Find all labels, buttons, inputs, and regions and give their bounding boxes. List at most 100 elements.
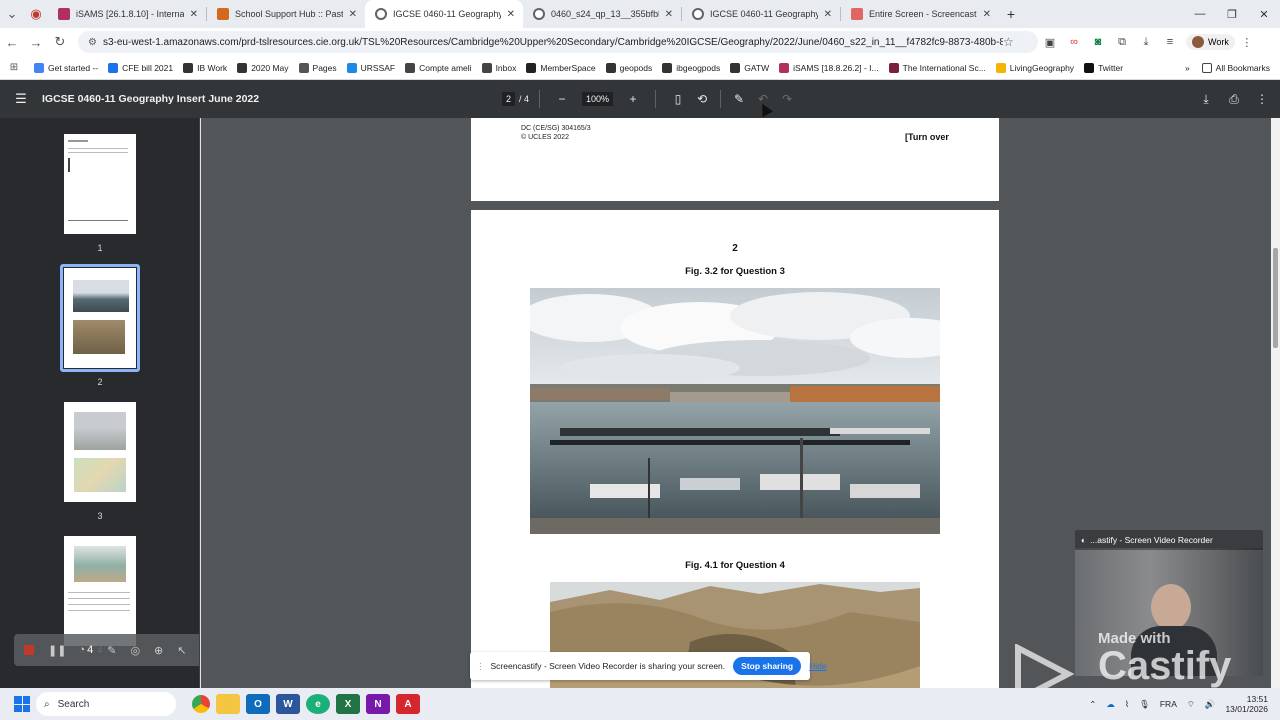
bookmark-item[interactable]: geopods xyxy=(605,62,652,73)
page-thumbnail[interactable] xyxy=(64,402,136,502)
tray-overflow-icon[interactable]: ⌃ xyxy=(1089,699,1096,710)
bookmark-item[interactable]: MemberSpace xyxy=(526,62,596,73)
close-window-icon[interactable]: ✕ xyxy=(1248,8,1280,21)
close-icon[interactable]: ✕ xyxy=(983,9,991,20)
close-icon[interactable]: ✕ xyxy=(824,9,832,20)
site-info-icon[interactable]: ⚙ xyxy=(88,37,97,48)
browser-tab[interactable]: School Support Hub :: Past Exam ✕ xyxy=(207,0,365,28)
download-icon[interactable]: ⤓ xyxy=(1134,36,1158,49)
extension-icon[interactable]: ◙ xyxy=(1086,36,1110,48)
more-options-icon[interactable]: ⋮ xyxy=(1250,92,1274,106)
spotlight-icon[interactable]: ◎ xyxy=(130,644,140,657)
browser-tab[interactable]: IGCSE 0460-11 Geography June ✕ xyxy=(682,0,840,28)
bookmark-star-icon[interactable]: ☆ xyxy=(1003,35,1014,49)
record-icon[interactable]: ◉ xyxy=(24,6,48,22)
network-icon[interactable]: ⌇ xyxy=(1125,699,1129,710)
zoom-in-icon[interactable]: + xyxy=(621,92,645,106)
reading-list-icon[interactable]: ≡ xyxy=(1158,36,1182,48)
fit-page-icon[interactable]: ▯ xyxy=(666,92,690,106)
menu-icon[interactable]: ⋮ xyxy=(1235,36,1259,49)
new-tab-button[interactable]: + xyxy=(999,6,1023,22)
outlook-icon[interactable]: O xyxy=(246,694,270,714)
sidebar-menu-icon[interactable]: ☰ xyxy=(0,91,42,107)
extension-icon[interactable]: ∞ xyxy=(1062,36,1086,48)
page-thumbnail[interactable] xyxy=(64,134,136,234)
profile-chip[interactable]: Work xyxy=(1186,34,1235,50)
pen-icon[interactable]: ✎ xyxy=(107,644,116,657)
language-indicator[interactable]: FRA xyxy=(1160,699,1177,709)
microphone-icon[interactable]: 🎙 xyxy=(1139,699,1150,710)
minimize-icon[interactable]: — xyxy=(1184,8,1216,21)
webcam-preview[interactable]: ◐ ...astify - Screen Video Recorder xyxy=(1075,530,1263,676)
page-number-input[interactable]: 2 xyxy=(502,92,516,106)
edge-icon[interactable]: e xyxy=(306,694,330,714)
annotate-icon[interactable]: ✎ xyxy=(727,92,751,106)
bookmark-item[interactable]: Compte ameli xyxy=(405,62,472,73)
all-bookmarks[interactable]: All Bookmarks xyxy=(1201,62,1270,73)
bookmark-item[interactable]: iSAMS [18.8.26.2] - I... xyxy=(779,62,879,73)
address-bar[interactable]: ⚙ s3-eu-west-1.amazonaws.com/prd-tslreso… xyxy=(78,31,1038,53)
zoom-icon[interactable]: ⊕ xyxy=(154,644,163,657)
bookmark-item[interactable]: GATW xyxy=(730,62,769,73)
page-thumbnail[interactable] xyxy=(64,536,136,646)
bookmark-item[interactable]: ibgeogpods xyxy=(662,62,720,73)
bookmark-item[interactable]: 2020 May xyxy=(237,62,289,73)
bookmark-item[interactable]: URSSAF xyxy=(346,62,395,73)
redo-icon[interactable]: ↷ xyxy=(775,92,799,106)
stop-recording-icon[interactable] xyxy=(24,645,34,655)
file-explorer-icon[interactable] xyxy=(216,694,240,714)
browser-tab-active[interactable]: IGCSE 0460-11 Geography Inse ✕ xyxy=(365,0,523,28)
browser-tab[interactable]: 0460_s24_qp_13__355bfbbf-4f ✕ xyxy=(523,0,681,28)
hide-button[interactable]: Hide xyxy=(809,661,826,671)
excel-icon[interactable]: X xyxy=(336,694,360,714)
print-icon[interactable]: ⎙ xyxy=(1222,92,1246,107)
bookmark-item[interactable]: LivingGeography xyxy=(995,62,1074,73)
apps-icon[interactable]: ⊞ xyxy=(2,62,26,73)
close-icon[interactable]: ✕ xyxy=(507,9,515,20)
bookmark-item[interactable]: Inbox xyxy=(481,62,516,73)
bookmark-item[interactable]: CFE bill 2021 xyxy=(108,62,173,73)
bookmark-item[interactable]: IB Work xyxy=(183,62,227,73)
scrollbar-thumb[interactable] xyxy=(1273,248,1278,348)
cursor-icon[interactable]: ↖ xyxy=(177,644,186,657)
volume-icon[interactable]: 🔊 xyxy=(1205,699,1216,710)
stop-sharing-button[interactable]: Stop sharing xyxy=(733,657,802,675)
bookmarks-overflow-icon[interactable]: » xyxy=(1185,63,1190,73)
taskbar-search[interactable]: ⌕ Search xyxy=(36,692,176,716)
pdf-viewer[interactable]: DC (CE/SG) 304165/3 © UCLES 2022 [Turn o… xyxy=(201,118,1271,688)
reload-icon[interactable]: ↻ xyxy=(48,34,72,50)
windows-start-icon[interactable] xyxy=(14,696,30,712)
onenote-icon[interactable]: N xyxy=(366,694,390,714)
zoom-out-icon[interactable]: − xyxy=(550,92,574,106)
page-scrollbar[interactable] xyxy=(1271,118,1280,688)
close-icon[interactable]: ✕ xyxy=(665,9,673,20)
zoom-input[interactable]: 100% xyxy=(582,92,614,106)
drag-handle-icon[interactable]: ⋮ xyxy=(476,661,485,672)
chrome-icon[interactable] xyxy=(192,695,210,713)
word-icon[interactable]: W xyxy=(276,694,300,714)
acrobat-icon[interactable]: A xyxy=(396,694,420,714)
maximize-icon[interactable]: ❐ xyxy=(1216,8,1248,21)
extension-icon[interactable]: ▣ xyxy=(1038,36,1062,49)
wifi-icon[interactable]: ⌔ xyxy=(1187,699,1195,710)
bookmark-item[interactable]: Get started -- xyxy=(34,62,98,73)
download-icon[interactable]: ⤓ xyxy=(1194,92,1218,107)
browser-tab[interactable]: iSAMS [26.1.8.10] - Internation ✕ xyxy=(48,0,206,28)
bookmark-item[interactable]: Twitter xyxy=(1084,62,1123,73)
back-icon[interactable]: ← xyxy=(0,35,24,50)
tab-search-icon[interactable]: ⌄ xyxy=(0,6,24,22)
close-icon[interactable]: ✕ xyxy=(190,9,198,20)
timer-icon[interactable]: ◔ xyxy=(78,644,85,656)
page-thumbnail[interactable] xyxy=(64,268,136,368)
rotate-icon[interactable]: ⟲ xyxy=(690,92,714,106)
bookmark-item[interactable]: The International Sc... xyxy=(888,62,986,73)
close-icon[interactable]: ✕ xyxy=(349,9,357,20)
onedrive-icon[interactable]: ☁ xyxy=(1106,699,1115,710)
extensions-puzzle-icon[interactable]: ⧉ xyxy=(1110,36,1134,49)
pause-icon[interactable]: ❚❚ xyxy=(48,644,66,657)
clock[interactable]: 13:51 13/01/2026 xyxy=(1225,694,1268,714)
browser-tab[interactable]: Entire Screen - Screencastify - ✕ xyxy=(841,0,999,28)
forward-icon[interactable]: → xyxy=(24,35,48,50)
url-text[interactable]: s3-eu-west-1.amazonaws.com/prd-tslresour… xyxy=(103,37,1003,48)
bookmark-item[interactable]: Pages xyxy=(298,62,337,73)
